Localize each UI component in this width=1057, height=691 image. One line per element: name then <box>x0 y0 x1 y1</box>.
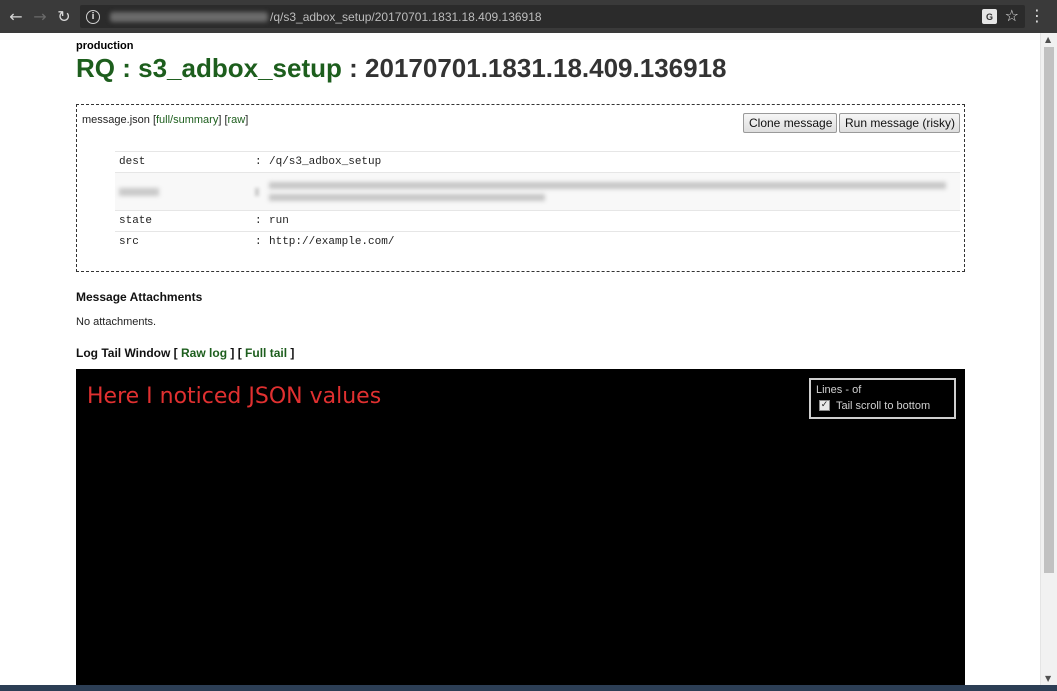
lines-count-label: Lines - of <box>816 384 862 396</box>
taskbar-edge <box>0 685 1057 691</box>
page-scrollbar[interactable]: ▲ ▼ <box>1040 33 1057 685</box>
page-content: production RQ : s3_adbox_setup : 2017070… <box>0 33 1040 685</box>
field-value: run <box>269 215 289 227</box>
raw-link[interactable]: raw <box>228 114 246 126</box>
message-filename: message.json <box>82 114 150 126</box>
field-row-state: state : run <box>115 210 960 231</box>
message-id: 20170701.1831.18.409.136918 <box>365 53 727 83</box>
field-row-dest: dest : /q/s3_adbox_setup <box>115 151 960 172</box>
url-path[interactable]: /q/s3_adbox_setup/20170701.1831.18.409.1… <box>270 10 542 24</box>
message-header: message.json [full/summary] [raw] <box>82 114 248 126</box>
field-value: /q/s3_adbox_setup <box>269 156 382 168</box>
bracket: ] <box>290 346 295 360</box>
queue-name: s3_adbox_setup <box>138 53 342 83</box>
field-separator: : <box>255 215 262 227</box>
reload-icon[interactable]: ↻ <box>52 5 76 29</box>
info-icon[interactable]: i <box>86 9 100 24</box>
attachments-heading: Message Attachments <box>76 290 203 304</box>
tail-scroll-checkbox[interactable]: ✓ <box>819 400 830 411</box>
annotation-text: Here I noticed JSON values <box>87 384 382 409</box>
redacted-key <box>119 187 159 196</box>
log-tail-heading: Log Tail Window [ Raw log ] [ Full tail … <box>76 346 294 360</box>
title-separator: : <box>349 53 358 83</box>
field-key: src <box>119 236 139 248</box>
forward-arrow-icon[interactable]: → <box>28 5 52 29</box>
bracket: ] [ <box>218 114 228 126</box>
translate-icon[interactable]: G <box>982 9 997 24</box>
title-prefix: RQ <box>76 53 115 83</box>
bracket: [ <box>173 346 178 360</box>
full-tail-link[interactable]: Full tail <box>245 346 287 360</box>
scroll-thumb[interactable] <box>1044 47 1054 573</box>
field-key: dest <box>119 156 146 168</box>
page-title: RQ : s3_adbox_setup : 20170701.1831.18.4… <box>76 53 727 84</box>
field-key: state <box>119 215 153 227</box>
field-separator: : <box>255 156 262 168</box>
clone-message-button[interactable]: Clone message <box>743 113 837 133</box>
raw-log-link[interactable]: Raw log <box>181 346 227 360</box>
message-panel: message.json [full/summary] [raw] Clone … <box>76 104 965 272</box>
log-tail-window[interactable]: Here I noticed JSON values Lines - of ✓ … <box>76 369 965 685</box>
field-row-redacted <box>115 172 960 210</box>
redacted-value <box>269 177 960 206</box>
attachments-text: No attachments. <box>76 316 157 328</box>
scroll-up-arrow-icon[interactable]: ▲ <box>1045 35 1051 44</box>
tail-controls-panel: Lines - of ✓ Tail scroll to bottom <box>809 378 956 419</box>
message-fields: dest : /q/s3_adbox_setup state : run src… <box>115 151 960 252</box>
scroll-down-arrow-icon[interactable]: ▼ <box>1045 674 1051 683</box>
url-host-redacted <box>110 11 268 22</box>
run-message-button[interactable]: Run message (risky) <box>839 113 960 133</box>
field-value: http://example.com/ <box>269 236 395 248</box>
address-bar[interactable]: i /q/s3_adbox_setup/20170701.1831.18.409… <box>80 5 1025 28</box>
bracket: ] [ <box>230 346 242 360</box>
back-arrow-icon[interactable]: ← <box>4 5 28 29</box>
redacted-separator <box>255 187 259 196</box>
menu-icon[interactable]: ⋮ <box>1029 7 1045 25</box>
star-icon[interactable]: ☆ <box>1005 6 1019 25</box>
tail-scroll-label[interactable]: Tail scroll to bottom <box>836 400 930 412</box>
field-row-src: src : http://example.com/ <box>115 231 960 252</box>
bracket: ] <box>245 114 249 126</box>
environment-label: production <box>76 40 134 52</box>
title-separator: : <box>122 53 131 83</box>
log-heading-text: Log Tail Window <box>76 346 171 360</box>
field-separator: : <box>255 236 262 248</box>
full-summary-link[interactable]: full/summary <box>156 114 218 126</box>
browser-toolbar: ← → ↻ i /q/s3_adbox_setup/20170701.1831.… <box>0 0 1057 33</box>
